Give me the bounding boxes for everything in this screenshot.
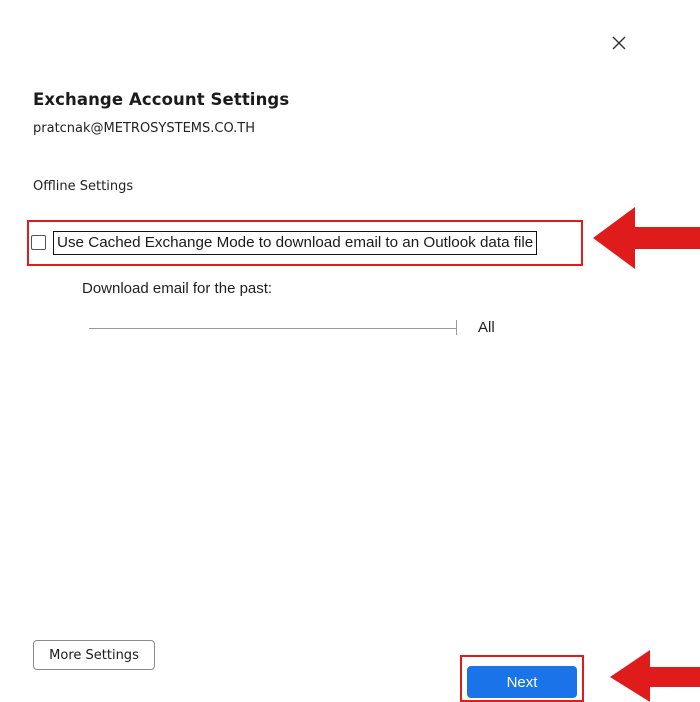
cached-mode-checkbox[interactable] — [31, 235, 46, 250]
download-period-value: All — [478, 319, 495, 336]
annotation-arrow-icon — [610, 650, 700, 702]
account-email: pratcnak@METROSYSTEMS.CO.TH — [33, 121, 256, 136]
dialog-title: Exchange Account Settings — [33, 90, 290, 109]
download-period-slider-thumb[interactable] — [456, 320, 457, 335]
cached-mode-label[interactable]: Use Cached Exchange Mode to download ema… — [53, 231, 538, 255]
download-period-label: Download email for the past: — [82, 280, 273, 297]
more-settings-button[interactable]: More Settings — [33, 640, 155, 670]
close-icon — [612, 36, 626, 50]
next-button[interactable]: Next — [467, 666, 577, 698]
download-period-slider[interactable] — [89, 328, 457, 329]
close-button[interactable] — [607, 31, 631, 55]
section-title-offline: Offline Settings — [33, 179, 134, 194]
annotation-arrow-icon — [593, 207, 700, 269]
